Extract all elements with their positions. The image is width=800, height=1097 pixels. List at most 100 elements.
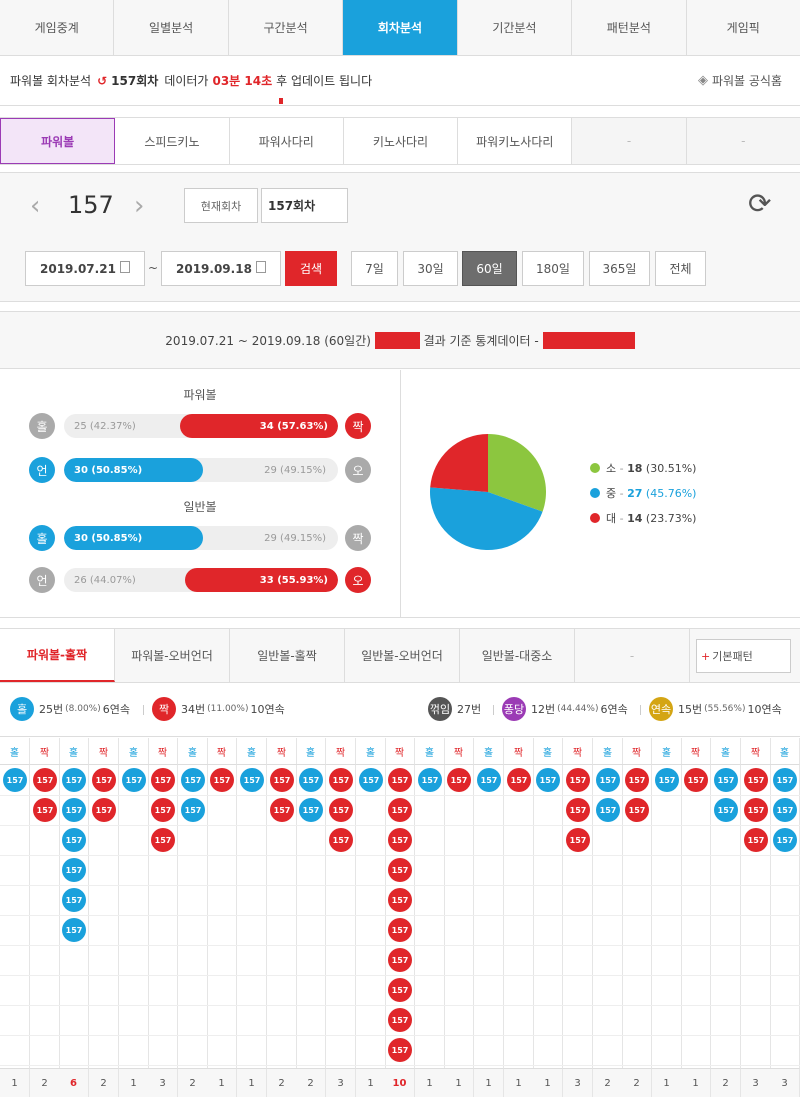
nav-tab-period[interactable]: 기간분석 (458, 0, 573, 55)
date-to-field[interactable]: 2019.09.18 (161, 251, 281, 286)
period-7d-button[interactable]: 7일 (351, 251, 398, 286)
period-365d-button[interactable]: 365일 (589, 251, 650, 286)
result-ball: 157 (92, 768, 116, 792)
stat-bar: 30 (50.85%) 29 (49.15%) (64, 458, 338, 482)
result-ball: 157 (714, 798, 738, 822)
column-header: 짝 (385, 738, 415, 765)
result-ball: 157 (773, 828, 797, 852)
nav-tab-live[interactable]: 게임중계 (0, 0, 115, 55)
result-ball: 157 (507, 768, 531, 792)
column-header: 짝 (148, 738, 178, 765)
legend-dash: - (619, 461, 624, 475)
column-count: 1 (652, 1068, 682, 1097)
result-ball: 157 (33, 768, 57, 792)
grid-line (651, 765, 652, 1068)
legend-label: 중 (606, 487, 617, 500)
grid-line (770, 765, 771, 1068)
round-controls: ‹ 157 › 현재회차 157회차 ⟳ 2019.07.21 ~ 2019.0… (0, 172, 800, 302)
pattern-tab-nb-overunder[interactable]: 일반볼-오버언더 (345, 629, 460, 682)
legend-pct: (23.73%) (645, 511, 697, 525)
grid-line (473, 765, 474, 1068)
legend-label: 대 (606, 512, 617, 525)
column-header: 홀 (711, 738, 741, 765)
column-header: 짝 (504, 738, 534, 765)
pattern-tab-pb-overunder[interactable]: 파워볼-오버언더 (115, 629, 230, 682)
game-tab-empty: - (572, 118, 687, 164)
result-ball: 157 (388, 948, 412, 972)
nav-tab-pattern[interactable]: 패턴분석 (572, 0, 687, 55)
stat-bar-fill: 30 (50.85%) (64, 526, 203, 550)
grid-line (266, 765, 267, 1068)
pattern-tab-nb-oddeven[interactable]: 일반볼-홀짝 (230, 629, 345, 682)
next-round-icon[interactable]: › (134, 191, 144, 221)
column-header: 홀 (652, 738, 682, 765)
summary-flip: 꺾임 27번 (428, 697, 481, 721)
column-header: 짝 (267, 738, 297, 765)
stat-bar-other: 29 (49.15%) (264, 532, 326, 544)
summary-even: 짝 34번 (11.00%) 10연속 (152, 697, 285, 721)
legend-label: 소 (606, 462, 617, 475)
pingpong-streak: 6연속 (600, 703, 628, 716)
game-tab-powerball[interactable]: 파워볼 (0, 118, 116, 164)
legend-pct: (30.51%) (645, 461, 697, 475)
nav-tab-round[interactable]: 회차분석 (343, 0, 458, 55)
basic-pattern-button[interactable]: + 기본패턴 (696, 639, 791, 673)
pattern-tab-nb-size[interactable]: 일반볼-대중소 (460, 629, 575, 682)
nav-tab-pick[interactable]: 게임픽 (687, 0, 800, 55)
round-input[interactable]: 157회차 (261, 188, 348, 223)
separator (493, 705, 494, 715)
odd-streak: 6연속 (102, 703, 130, 716)
clock-icon: ↺ (97, 73, 108, 88)
period-180d-button[interactable]: 180일 (522, 251, 584, 286)
period-all-button[interactable]: 전체 (655, 251, 706, 286)
flip-badge: 꺾임 (428, 697, 452, 721)
result-ball: 157 (33, 798, 57, 822)
even-badge: 짝 (152, 697, 176, 721)
pattern-tab-pb-oddeven[interactable]: 파워볼-홀짝 (0, 629, 115, 682)
period-30d-button[interactable]: 30일 (403, 251, 458, 286)
result-ball: 157 (625, 798, 649, 822)
grid-line (681, 765, 682, 1068)
pattern-grid: 홀 157 1 짝 157 157 2 홀 157 157 157 157 157 157 6 짝 157 157… (0, 738, 800, 1097)
prev-round-icon[interactable]: ‹ (30, 191, 40, 221)
result-ball: 157 (299, 768, 323, 792)
normalball-label: 일반볼 (183, 500, 217, 514)
nav-tab-daily[interactable]: 일별분석 (114, 0, 229, 55)
summary-pingpong: 퐁당 12번 (44.44%) 6연속 (502, 697, 628, 721)
column-header: 짝 (89, 738, 119, 765)
stat-bar-fill: 34 (57.63%) (180, 414, 338, 438)
column-count: 2 (267, 1068, 297, 1097)
stats-header: 2019.07.21 ~ 2019.09.18 (60일간) 157회차 결과 … (0, 312, 800, 369)
column-header: 홀 (593, 738, 623, 765)
grid-line (592, 765, 593, 1068)
column-count: 1 (474, 1068, 504, 1097)
current-round-button[interactable]: 현재회차 (184, 188, 258, 223)
column-count: 1 (207, 1068, 237, 1097)
official-home-link[interactable]: ◈ 파워볼 공식홈 (698, 72, 782, 89)
pingpong-count: 12번 (531, 703, 556, 716)
nav-tab-range[interactable]: 구간분석 (229, 0, 344, 55)
grid-line (0, 1065, 800, 1066)
refresh-icon[interactable]: ⟳ (748, 187, 771, 220)
column-header: 홀 (415, 738, 445, 765)
search-button[interactable]: 검색 (285, 251, 337, 286)
column-header: 홀 (770, 738, 800, 765)
column-count: 3 (770, 1068, 800, 1097)
result-ball: 157 (744, 828, 768, 852)
stat-bar: 30 (50.85%) 29 (49.15%) (64, 526, 338, 550)
game-tab-speedkeno[interactable]: 스피드키노 (115, 118, 230, 164)
date-separator: ~ (148, 261, 159, 275)
official-home-label: 파워볼 공식홈 (711, 74, 782, 88)
result-ball: 157 (329, 828, 353, 852)
period-60d-button[interactable]: 60일 (462, 251, 517, 286)
game-tab-powerladder[interactable]: 파워사다리 (229, 118, 344, 164)
game-tab-kenoladder[interactable]: 키노사다리 (343, 118, 459, 164)
calendar-icon[interactable] (256, 261, 266, 273)
column-count: 1 (237, 1068, 267, 1097)
game-tab-powerkenoladder[interactable]: 파워키노사다리 (458, 118, 573, 164)
date-from-field[interactable]: 2019.07.21 (25, 251, 145, 286)
grid-line (0, 915, 800, 916)
calendar-icon[interactable] (120, 261, 130, 273)
result-ball: 157 (270, 768, 294, 792)
odd-count: 25번 (39, 703, 64, 716)
